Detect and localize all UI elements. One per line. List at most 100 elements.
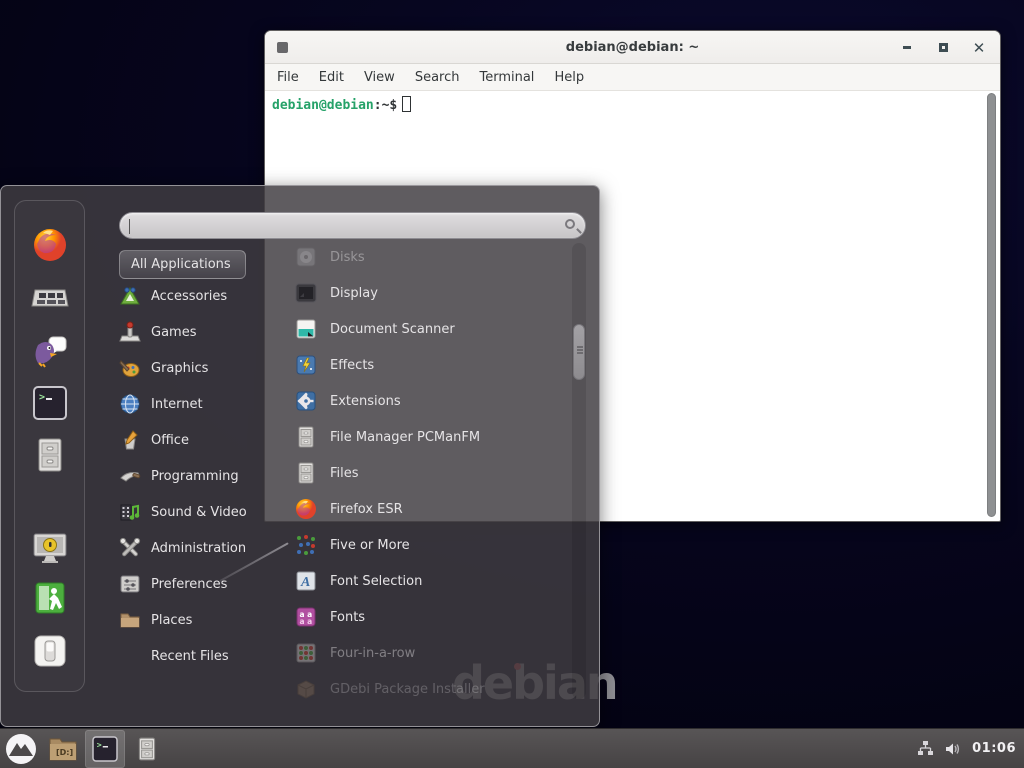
- fonts-icon: a aa a: [294, 605, 318, 629]
- file-cabinet-icon: [294, 461, 318, 485]
- effects-icon: [294, 353, 318, 377]
- administration-icon: [119, 537, 141, 559]
- terminal-window-icon: [277, 42, 288, 53]
- favorites-column: >: [14, 200, 85, 692]
- file-cabinet-icon: [294, 425, 318, 449]
- favorite-firefox[interactable]: [30, 224, 70, 264]
- search-input[interactable]: [130, 216, 550, 235]
- category-graphics[interactable]: Graphics: [119, 350, 265, 386]
- category-programming[interactable]: Programming: [119, 458, 265, 494]
- terminal-titlebar[interactable]: debian@debian: ~ ✕: [265, 31, 1000, 64]
- pidgin-icon: [30, 331, 70, 371]
- taskbar: [D:] >: [0, 728, 1024, 768]
- category-list: Accessories Games Graphics Internet Offi…: [119, 278, 265, 674]
- sound-video-icon: [119, 501, 141, 523]
- firefox-icon: [30, 224, 70, 264]
- minimize-button[interactable]: [900, 41, 914, 55]
- menu-search-box[interactable]: [119, 212, 586, 239]
- app-item-effects[interactable]: Effects: [265, 347, 565, 383]
- log-out-icon: [30, 578, 70, 618]
- prompt-user-host: debian@debian: [272, 98, 374, 113]
- app-item-display[interactable]: Display: [265, 275, 565, 311]
- terminal-cursor: [402, 96, 411, 112]
- category-internet[interactable]: Internet: [119, 386, 265, 422]
- programming-icon: [119, 465, 141, 487]
- svg-text:>: >: [39, 392, 45, 403]
- menu-help[interactable]: Help: [554, 70, 584, 85]
- close-button[interactable]: ✕: [972, 41, 986, 55]
- file-cabinet-icon: [134, 734, 160, 764]
- launcher-terminal[interactable]: >: [85, 730, 125, 768]
- category-preferences[interactable]: Preferences: [119, 566, 265, 602]
- app-item-files[interactable]: Files: [265, 455, 565, 491]
- volume-icon[interactable]: [944, 741, 962, 757]
- category-all-applications[interactable]: All Applications: [119, 250, 246, 279]
- application-list: Disks Display Document Scanner Effects E…: [265, 239, 565, 701]
- menu-search[interactable]: Search: [415, 70, 460, 85]
- maximize-button[interactable]: [936, 41, 950, 55]
- menu-scrollbar[interactable]: [572, 243, 586, 699]
- app-item-firefox-esr[interactable]: Firefox ESR: [265, 491, 565, 527]
- category-places[interactable]: Places: [119, 602, 265, 638]
- launcher-files[interactable]: [127, 730, 167, 768]
- category-sound-video[interactable]: Sound & Video: [119, 494, 265, 530]
- session-shut-down[interactable]: [30, 631, 70, 671]
- category-accessories[interactable]: Accessories: [119, 278, 265, 314]
- svg-text:A: A: [300, 575, 310, 590]
- office-icon: [119, 429, 141, 451]
- svg-text:>: >: [97, 739, 102, 749]
- menu-edit[interactable]: Edit: [319, 70, 344, 85]
- favorite-file-manager[interactable]: [30, 435, 70, 475]
- app-item-four-in-a-row[interactable]: Four-in-a-row: [265, 635, 565, 671]
- launcher-file-manager-folder[interactable]: [D:]: [43, 730, 83, 768]
- menu-view[interactable]: View: [364, 70, 395, 85]
- favorite-software[interactable]: [30, 278, 70, 318]
- folder-icon: [D:]: [48, 736, 78, 762]
- internet-icon: [119, 393, 141, 415]
- app-item-document-scanner[interactable]: Document Scanner: [265, 311, 565, 347]
- menu-scrollbar-thumb[interactable]: [573, 324, 585, 380]
- menu-terminal[interactable]: Terminal: [479, 70, 534, 85]
- recent-files-spacer: [119, 645, 141, 667]
- menu-file[interactable]: File: [277, 70, 299, 85]
- category-office[interactable]: Office: [119, 422, 265, 458]
- software-icon: [30, 278, 70, 318]
- terminal-scrollbar[interactable]: [986, 93, 997, 517]
- firefox-icon: [294, 497, 318, 521]
- app-item-font-selection[interactable]: A Font Selection: [265, 563, 565, 599]
- app-item-extensions[interactable]: Extensions: [265, 383, 565, 419]
- category-games[interactable]: Games: [119, 314, 265, 350]
- app-item-gdebi-package-installer[interactable]: GDebi Package Installer: [265, 671, 565, 701]
- window-title: debian@debian: ~: [265, 40, 1000, 55]
- favorite-pidgin[interactable]: [30, 331, 70, 371]
- svg-text:[D:]: [D:]: [56, 748, 73, 757]
- app-item-five-or-more[interactable]: Five or More: [265, 527, 565, 563]
- display-icon: [294, 281, 318, 305]
- shut-down-icon: [30, 631, 70, 671]
- menu-button-icon: [5, 733, 37, 765]
- session-lock-screen[interactable]: [30, 527, 70, 567]
- menu-button[interactable]: [1, 730, 41, 768]
- favorite-terminal[interactable]: >: [30, 383, 70, 423]
- font-selection-icon: A: [294, 569, 318, 593]
- accessories-icon: [119, 285, 141, 307]
- app-item-fonts[interactable]: a aa a Fonts: [265, 599, 565, 635]
- terminal-icon: >: [90, 734, 120, 764]
- package-icon: [294, 677, 318, 701]
- preferences-icon: [119, 573, 141, 595]
- five-or-more-icon: [294, 533, 318, 557]
- category-administration[interactable]: Administration: [119, 530, 265, 566]
- scanner-icon: [294, 317, 318, 341]
- app-item-file-manager-pcmanfm[interactable]: File Manager PCManFM: [265, 419, 565, 455]
- category-recent-files[interactable]: Recent Files: [119, 638, 265, 674]
- taskbar-clock[interactable]: 01:06: [972, 741, 1016, 756]
- session-log-out[interactable]: [30, 578, 70, 618]
- extensions-icon: [294, 389, 318, 413]
- file-cabinet-icon: [30, 435, 70, 475]
- network-icon[interactable]: [917, 740, 934, 757]
- app-item-disks[interactable]: Disks: [265, 239, 565, 275]
- graphics-icon: [119, 357, 141, 379]
- prompt-path: :~$: [374, 98, 397, 113]
- search-icon: [565, 219, 575, 229]
- svg-text:a a: a a: [300, 617, 313, 626]
